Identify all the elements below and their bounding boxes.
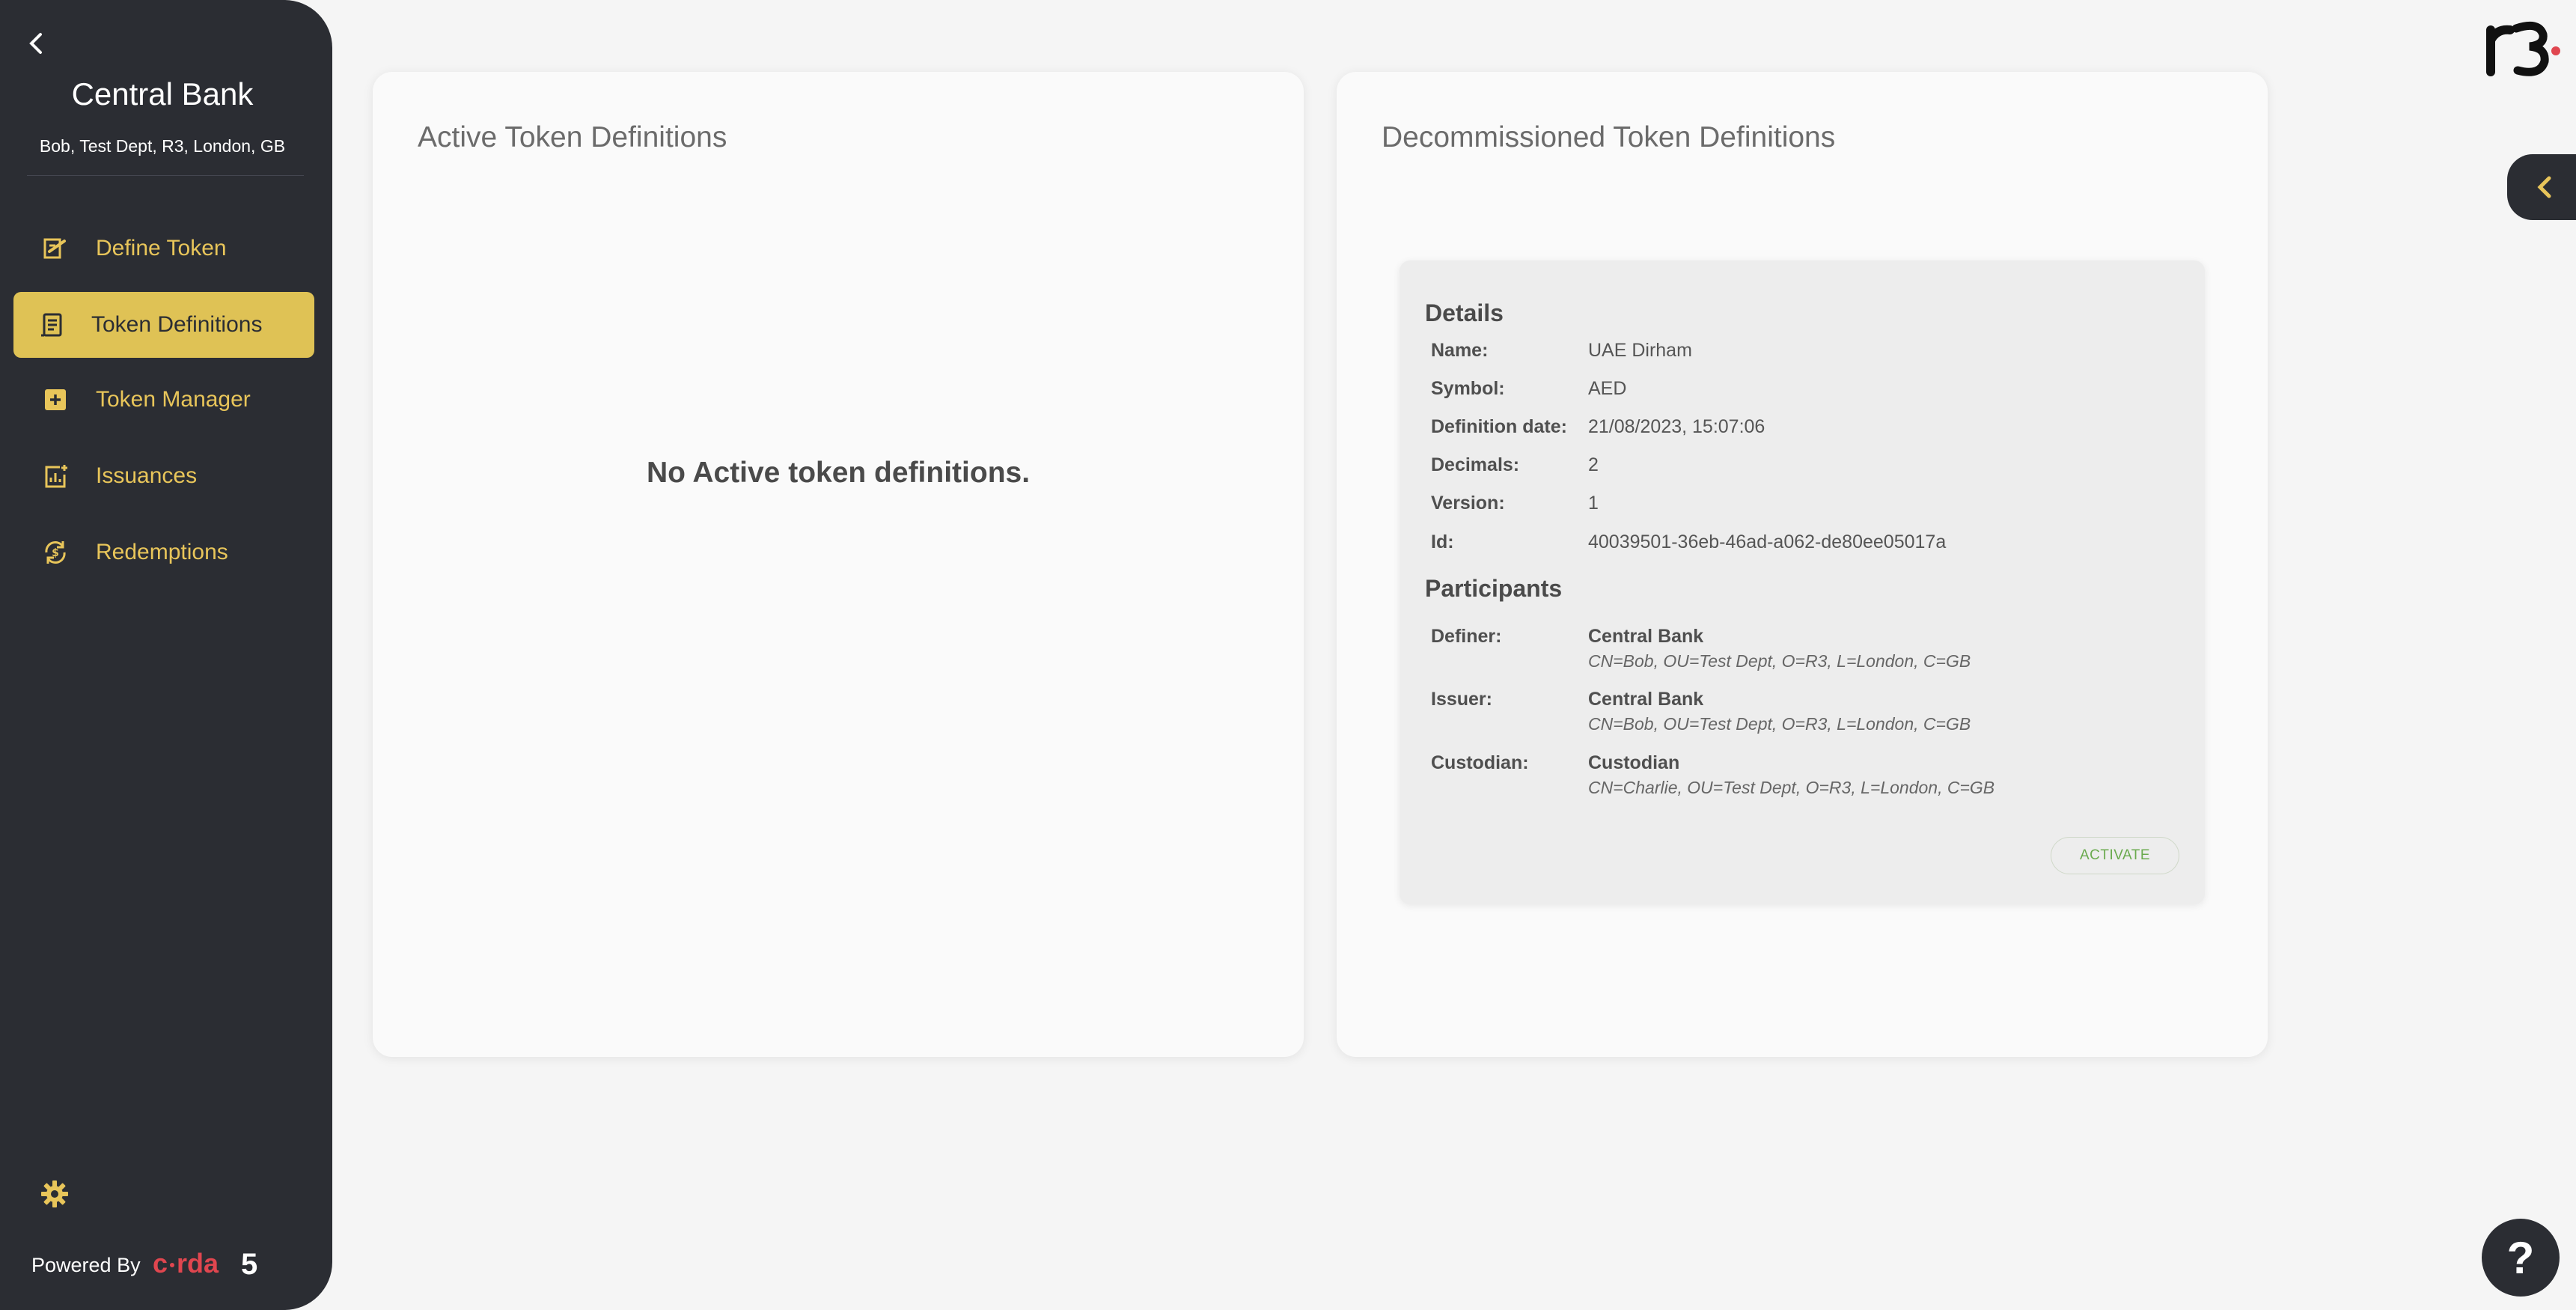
detail-value: AED — [1588, 378, 1627, 399]
active-token-definitions-panel: Active Token Definitions No Active token… — [373, 72, 1304, 1057]
sidebar-item-label: Issuances — [96, 463, 198, 488]
settings-button[interactable] — [39, 1178, 70, 1210]
token-definition-card: Details Name: UAE Dirham Symbol: AED Def… — [1400, 261, 2205, 904]
chevron-left-icon — [2537, 176, 2551, 198]
org-x500: Bob, Test Dept, R3, London, GB — [39, 136, 286, 156]
decommissioned-token-definitions-panel: Decommissioned Token Definitions Details… — [1337, 72, 2268, 1057]
sidebar-item-define-token[interactable]: Define Token — [13, 216, 314, 281]
participant-name: Custodian — [1588, 752, 1680, 773]
powered-by: Powered By c rda 5 — [31, 1250, 265, 1280]
participant-key: Issuer: — [1431, 689, 1492, 710]
participant-key: Definer: — [1431, 626, 1502, 647]
sidebar-item-label: Define Token — [96, 236, 227, 261]
detail-key: Name: — [1431, 340, 1489, 361]
sidebar-item-redemptions[interactable]: $ Redemptions — [13, 520, 314, 585]
sidebar-item-issuances[interactable]: Issuances — [13, 443, 314, 509]
participant-x500: CN=Bob, OU=Test Dept, O=R3, L=London, C=… — [1588, 651, 1971, 671]
details-heading: Details — [1425, 299, 1504, 326]
sidebar-item-token-definitions[interactable]: Token Definitions — [13, 292, 314, 358]
token-definitions-icon — [36, 308, 69, 341]
participant-x500: CN=Bob, OU=Test Dept, O=R3, L=London, C=… — [1588, 714, 1971, 734]
participant-name: Central Bank — [1588, 626, 1704, 647]
detail-key: Version: — [1431, 493, 1505, 514]
svg-text:5: 5 — [241, 1250, 257, 1280]
plus-box-icon — [39, 383, 72, 416]
gear-icon — [41, 1180, 68, 1207]
participant-name: Central Bank — [1588, 689, 1704, 710]
detail-key: Definition date: — [1431, 416, 1567, 437]
define-token-icon — [39, 232, 72, 265]
sidebar: Central Bank Bob, Test Dept, R3, London,… — [0, 0, 332, 1310]
app-root: Central Bank Bob, Test Dept, R3, London,… — [0, 0, 2576, 1310]
collapse-sidebar-button[interactable] — [27, 28, 51, 58]
participant-key: Custodian: — [1431, 752, 1529, 773]
participant-x500: CN=Charlie, OU=Test Dept, O=R3, L=London… — [1588, 778, 1995, 797]
redemptions-icon: $ — [39, 536, 72, 569]
activate-button[interactable]: ACTIVATE — [2051, 837, 2179, 874]
help-button[interactable]: ? — [2482, 1219, 2560, 1297]
svg-text:rda: rda — [177, 1250, 219, 1279]
sidebar-divider — [27, 175, 304, 176]
powered-by-label: Powered By — [31, 1253, 141, 1276]
sidebar-item-label: Token Manager — [96, 387, 251, 412]
detail-key: Id: — [1431, 531, 1454, 552]
detail-value: 1 — [1588, 493, 1599, 514]
svg-text:c: c — [153, 1250, 168, 1279]
r3-logo — [2483, 15, 2561, 76]
corda-logo: c rda 5 — [153, 1250, 265, 1280]
chevron-left-icon — [29, 33, 42, 54]
issuances-icon — [39, 460, 72, 493]
detail-value: UAE Dirham — [1588, 340, 1692, 361]
sidebar-item-label: Token Definitions — [91, 312, 263, 337]
detail-value: 21/08/2023, 15:07:06 — [1588, 416, 1765, 437]
open-drawer-button[interactable] — [2507, 154, 2576, 220]
panel-title: Active Token Definitions — [418, 121, 727, 153]
detail-key: Symbol: — [1431, 378, 1505, 399]
panel-title: Decommissioned Token Definitions — [1382, 121, 1836, 153]
sidebar-item-label: Redemptions — [96, 540, 228, 564]
detail-key: Decimals: — [1431, 454, 1520, 475]
sidebar-item-token-manager[interactable]: Token Manager — [13, 367, 314, 433]
detail-value: 40039501-36eb-46ad-a062-de80ee05017a — [1588, 531, 1947, 552]
participants-heading: Participants — [1425, 575, 1563, 602]
empty-state-message: No Active token definitions. — [646, 457, 1031, 489]
svg-text:$: $ — [52, 547, 59, 559]
org-name: Central Bank — [71, 76, 254, 112]
detail-value: 2 — [1588, 454, 1599, 475]
